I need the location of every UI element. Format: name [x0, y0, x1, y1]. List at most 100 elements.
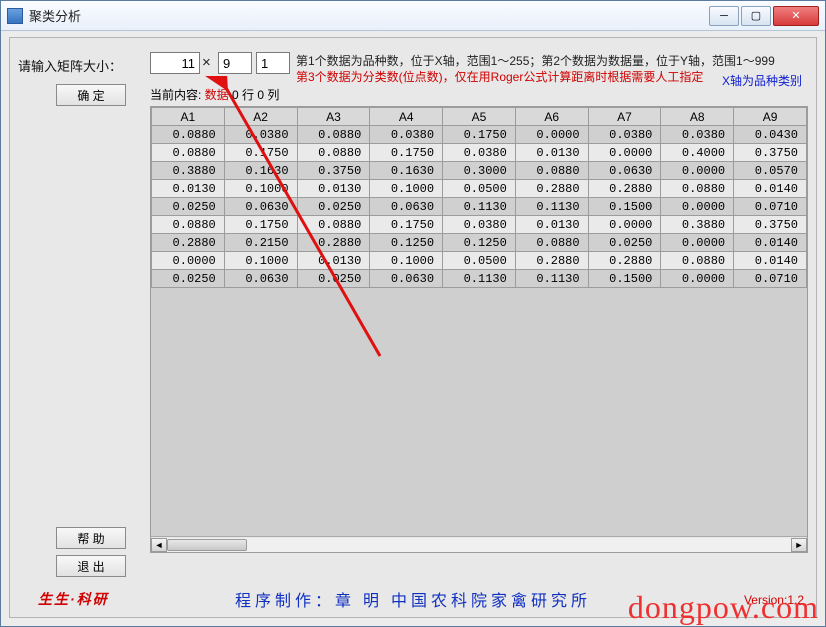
table-cell[interactable]: 0.3750	[734, 216, 807, 234]
table-cell[interactable]: 0.0140	[734, 252, 807, 270]
table-cell[interactable]: 0.0880	[661, 180, 734, 198]
table-cell[interactable]: 0.0380	[443, 144, 516, 162]
table-cell[interactable]: 0.0140	[734, 180, 807, 198]
table-cell[interactable]: 0.4000	[661, 144, 734, 162]
ok-button[interactable]: 确 定	[56, 84, 126, 106]
table-cell[interactable]: 0.1750	[443, 126, 516, 144]
table-cell[interactable]: 0.1130	[443, 198, 516, 216]
data-grid[interactable]: A1A2A3A4A5A6A7A8A9 0.08800.03800.08800.0…	[151, 107, 807, 288]
horizontal-scrollbar[interactable]: ◄ ►	[151, 536, 807, 552]
table-cell[interactable]: 0.0710	[734, 198, 807, 216]
table-cell[interactable]: 0.0880	[152, 126, 225, 144]
table-cell[interactable]: 0.2880	[297, 234, 370, 252]
table-cell[interactable]: 0.0880	[152, 216, 225, 234]
table-cell[interactable]: 0.0130	[297, 252, 370, 270]
column-header[interactable]: A7	[588, 108, 661, 126]
table-cell[interactable]: 0.1130	[515, 198, 588, 216]
table-cell[interactable]: 0.1750	[370, 144, 443, 162]
table-cell[interactable]: 0.2150	[224, 234, 297, 252]
table-cell[interactable]: 0.0000	[661, 198, 734, 216]
table-cell[interactable]: 0.1500	[588, 198, 661, 216]
close-button[interactable]: ✕	[773, 6, 819, 26]
scroll-right-arrow[interactable]: ►	[791, 538, 807, 552]
table-cell[interactable]: 0.0380	[370, 126, 443, 144]
table-cell[interactable]: 0.1500	[588, 270, 661, 288]
table-cell[interactable]: 0.0880	[297, 126, 370, 144]
table-cell[interactable]: 0.0880	[661, 252, 734, 270]
table-cell[interactable]: 0.0000	[152, 252, 225, 270]
column-header[interactable]: A5	[443, 108, 516, 126]
table-cell[interactable]: 0.0250	[588, 234, 661, 252]
table-cell[interactable]: 0.1630	[224, 162, 297, 180]
table-row[interactable]: 0.01300.10000.01300.10000.05000.28800.28…	[152, 180, 807, 198]
table-row[interactable]: 0.38800.16300.37500.16300.30000.08800.06…	[152, 162, 807, 180]
table-cell[interactable]: 0.0880	[297, 216, 370, 234]
column-header[interactable]: A4	[370, 108, 443, 126]
table-cell[interactable]: 0.0250	[152, 270, 225, 288]
table-cell[interactable]: 0.0000	[661, 162, 734, 180]
column-header[interactable]: A2	[224, 108, 297, 126]
table-cell[interactable]: 0.0380	[588, 126, 661, 144]
scroll-thumb[interactable]	[167, 539, 247, 551]
table-row[interactable]: 0.08800.03800.08800.03800.17500.00000.03…	[152, 126, 807, 144]
table-cell[interactable]: 0.1250	[370, 234, 443, 252]
table-cell[interactable]: 0.0500	[443, 252, 516, 270]
column-header[interactable]: A6	[515, 108, 588, 126]
table-cell[interactable]: 0.3880	[661, 216, 734, 234]
table-cell[interactable]: 0.0380	[661, 126, 734, 144]
table-cell[interactable]: 0.0880	[297, 144, 370, 162]
table-cell[interactable]: 0.2880	[515, 252, 588, 270]
table-cell[interactable]: 0.2880	[515, 180, 588, 198]
table-cell[interactable]: 0.0250	[297, 270, 370, 288]
table-cell[interactable]: 0.1750	[224, 216, 297, 234]
table-cell[interactable]: 0.0000	[515, 126, 588, 144]
table-cell[interactable]: 0.0250	[152, 198, 225, 216]
table-cell[interactable]: 0.1630	[370, 162, 443, 180]
table-cell[interactable]: 0.0380	[443, 216, 516, 234]
table-cell[interactable]: 0.1000	[224, 180, 297, 198]
column-header[interactable]: A1	[152, 108, 225, 126]
exit-button[interactable]: 退 出	[56, 555, 126, 577]
table-cell[interactable]: 0.0250	[297, 198, 370, 216]
table-cell[interactable]: 0.0630	[588, 162, 661, 180]
table-cell[interactable]: 0.0880	[152, 144, 225, 162]
table-cell[interactable]: 0.1000	[370, 180, 443, 198]
table-cell[interactable]: 0.1130	[443, 270, 516, 288]
table-row[interactable]: 0.00000.10000.01300.10000.05000.28800.28…	[152, 252, 807, 270]
table-cell[interactable]: 0.1130	[515, 270, 588, 288]
table-cell[interactable]: 0.0380	[224, 126, 297, 144]
table-cell[interactable]: 0.1750	[370, 216, 443, 234]
table-cell[interactable]: 0.1000	[370, 252, 443, 270]
scroll-left-arrow[interactable]: ◄	[151, 538, 167, 552]
table-row[interactable]: 0.08800.17500.08800.17500.03800.01300.00…	[152, 216, 807, 234]
column-header[interactable]: A8	[661, 108, 734, 126]
table-cell[interactable]: 0.0880	[515, 162, 588, 180]
table-cell[interactable]: 0.1750	[224, 144, 297, 162]
table-cell[interactable]: 0.3880	[152, 162, 225, 180]
column-header[interactable]: A3	[297, 108, 370, 126]
data-grid-scroll[interactable]: A1A2A3A4A5A6A7A8A9 0.08800.03800.08800.0…	[151, 107, 807, 536]
help-button[interactable]: 帮 助	[56, 527, 126, 549]
table-cell[interactable]: 0.0000	[661, 234, 734, 252]
table-cell[interactable]: 0.0000	[588, 216, 661, 234]
table-row[interactable]: 0.02500.06300.02500.06300.11300.11300.15…	[152, 198, 807, 216]
table-cell[interactable]: 0.2880	[152, 234, 225, 252]
table-cell[interactable]: 0.0000	[588, 144, 661, 162]
table-cell[interactable]: 0.0430	[734, 126, 807, 144]
table-cell[interactable]: 0.0630	[370, 270, 443, 288]
table-cell[interactable]: 0.0880	[515, 234, 588, 252]
table-cell[interactable]: 0.2880	[588, 180, 661, 198]
species-count-input[interactable]	[150, 52, 200, 74]
maximize-button[interactable]: ▢	[741, 6, 771, 26]
table-row[interactable]: 0.08800.17500.08800.17500.03800.01300.00…	[152, 144, 807, 162]
table-cell[interactable]: 0.2880	[588, 252, 661, 270]
table-cell[interactable]: 0.0630	[370, 198, 443, 216]
table-cell[interactable]: 0.0630	[224, 270, 297, 288]
table-cell[interactable]: 0.1000	[224, 252, 297, 270]
table-cell[interactable]: 0.0710	[734, 270, 807, 288]
table-cell[interactable]: 0.0000	[661, 270, 734, 288]
table-cell[interactable]: 0.3750	[297, 162, 370, 180]
table-cell[interactable]: 0.0130	[515, 144, 588, 162]
table-cell[interactable]: 0.0630	[224, 198, 297, 216]
table-cell[interactable]: 0.0130	[515, 216, 588, 234]
